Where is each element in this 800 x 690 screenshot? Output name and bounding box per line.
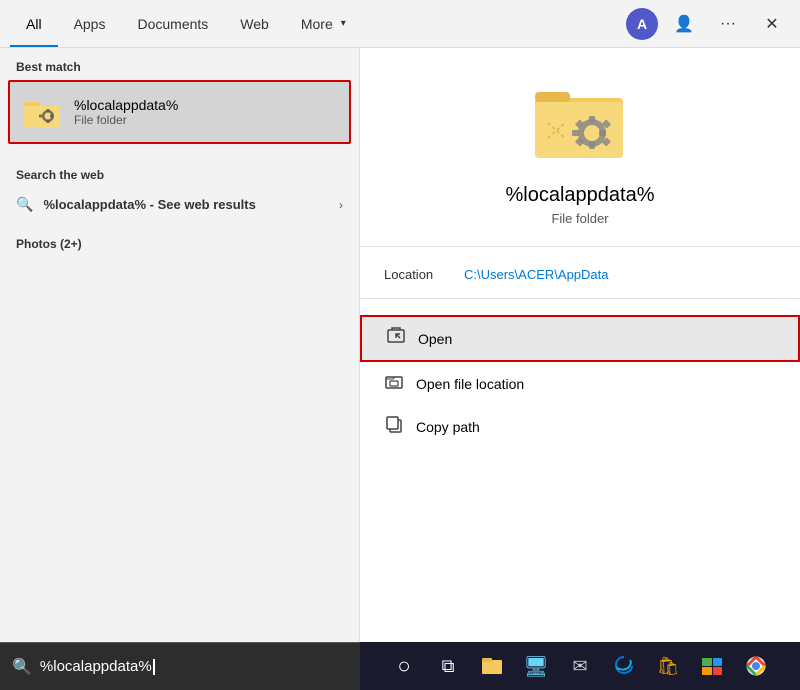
main-content: Best match %localappdat [0,48,800,642]
open-button[interactable]: Open [360,315,800,362]
photos-label: Photos (2+) [0,225,359,257]
taskbar-mail-icon[interactable]: ✉ [560,646,600,686]
open-icon [386,327,406,350]
photos-section: Photos (2+) [0,225,359,257]
copy-path-label: Copy path [416,419,480,435]
tab-documents[interactable]: Documents [121,0,224,47]
taskbar-edge-icon[interactable] [604,646,644,686]
close-icon: ✕ [765,14,778,34]
tab-more[interactable]: More ▾ [285,0,362,47]
best-match-subtitle: File folder [74,113,178,127]
nav-tabs: All Apps Documents Web More ▾ [10,0,362,47]
taskbar-browser-icon[interactable]: 🖥 [516,646,556,686]
chevron-down-icon: ▾ [341,18,346,29]
divider-2 [360,298,800,299]
best-match-title: %localappdata% [74,97,178,113]
open-label: Open [418,331,452,347]
user-icon-button[interactable]: 👤 [666,6,702,42]
taskbar-icons: ○ ⧉ 🖥 ✉ 🛍 [360,646,800,686]
left-panel: Best match %localappdat [0,48,360,642]
taskbar-task-view-icon[interactable]: ⧉ [428,646,468,686]
top-navigation: All Apps Documents Web More ▾ A 👤 ··· ✕ [0,0,800,48]
tab-all[interactable]: All [10,0,58,47]
search-box-icon: 🔍 [12,657,32,677]
taskbar-store-icon[interactable]: 🛍 [648,646,688,686]
nav-right-controls: A 👤 ··· ✕ [626,6,790,42]
best-match-label: Best match [0,48,359,80]
chevron-right-icon: › [339,198,343,212]
taskbar-xbox-icon[interactable] [692,646,732,686]
search-web-label: Search the web [0,156,359,188]
avatar-button[interactable]: A [626,8,658,40]
search-icon: 🔍 [16,196,33,213]
location-row: Location C:\Users\ACER\AppData [360,259,800,290]
tab-apps[interactable]: Apps [58,0,122,47]
result-actions: Open Open file location [360,315,800,448]
location-label: Location [384,267,464,282]
open-file-location-label: Open file location [416,376,524,392]
location-value[interactable]: C:\Users\ACER\AppData [464,267,609,282]
search-box-value: %localappdata% [40,658,152,675]
taskbar-cortana-icon[interactable]: ○ [384,646,424,686]
result-folder-icon [530,78,630,168]
search-box-area[interactable]: 🔍 %localappdata% [0,642,360,690]
person-icon: 👤 [674,14,694,34]
web-result-item[interactable]: 🔍 %localappdata% - See web results › [0,188,359,221]
result-title: %localappdata% [506,184,655,207]
divider [360,246,800,247]
folder-icon [22,92,62,132]
taskbar-file-explorer-icon[interactable] [472,646,512,686]
right-panel: %localappdata% File folder Location C:\U… [360,48,800,642]
more-options-button[interactable]: ··· [710,6,746,42]
ellipsis-icon: ··· [720,15,736,33]
taskbar-chrome-icon[interactable] [736,646,776,686]
file-location-icon [384,372,404,395]
tab-web[interactable]: Web [224,0,285,47]
search-web-section: Search the web 🔍 %localappdata% - See we… [0,156,359,221]
taskbar: 🔍 %localappdata% ○ ⧉ 🖥 ✉ 🛍 [0,642,800,690]
result-subtitle: File folder [551,211,608,226]
best-match-text: %localappdata% File folder [74,97,178,127]
copy-path-button[interactable]: Copy path [360,405,800,448]
best-match-item[interactable]: %localappdata% File folder [8,80,351,144]
copy-icon [384,415,404,438]
close-button[interactable]: ✕ [754,6,790,42]
text-cursor [153,659,155,675]
open-file-location-button[interactable]: Open file location [360,362,800,405]
web-result-text: %localappdata% - See web results [43,197,339,212]
